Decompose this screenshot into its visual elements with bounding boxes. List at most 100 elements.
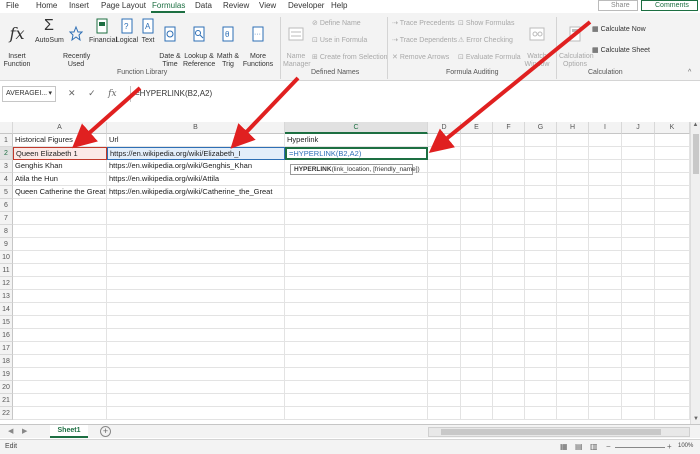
text-button[interactable]: A Text: [139, 17, 157, 45]
row-header[interactable]: 4: [0, 173, 13, 186]
collapse-ribbon-icon[interactable]: ^: [688, 69, 691, 76]
lookup-reference-button[interactable]: Lookup & Reference: [183, 17, 215, 69]
row-header[interactable]: 13: [0, 290, 13, 303]
show-formulas-command[interactable]: ⊡ Show Formulas: [458, 19, 514, 27]
column-header[interactable]: H: [557, 122, 589, 134]
row-header[interactable]: 15: [0, 316, 13, 329]
cell-a1[interactable]: Historical Figures: [13, 134, 107, 147]
scroll-right-sheet-icon[interactable]: ▶: [22, 427, 27, 435]
row-header[interactable]: 18: [0, 355, 13, 368]
column-header[interactable]: D: [428, 122, 461, 134]
row-header[interactable]: 17: [0, 342, 13, 355]
tab-home[interactable]: Home: [36, 1, 57, 10]
cell-b3[interactable]: https://en.wikipedia.org/wiki/Genghis_Kh…: [107, 160, 285, 173]
math-trig-button[interactable]: θ Math & Trig: [216, 17, 240, 69]
chevron-down-icon[interactable]: ▾: [48, 89, 52, 97]
normal-view-icon[interactable]: ▦: [560, 442, 568, 451]
row-header[interactable]: 8: [0, 225, 13, 238]
sheet-tab[interactable]: Sheet1: [50, 425, 88, 438]
formula-input[interactable]: =HYPERLINK(B2,A2): [130, 86, 686, 102]
tab-review[interactable]: Review: [223, 1, 249, 10]
remove-arrows-command[interactable]: ✕ Remove Arrows: [392, 53, 449, 61]
tab-file[interactable]: File: [6, 1, 19, 10]
h-scroll-thumb[interactable]: [441, 429, 661, 435]
zoom-out-icon[interactable]: −: [606, 442, 611, 451]
row-header[interactable]: 6: [0, 199, 13, 212]
page-break-view-icon[interactable]: ▥: [590, 442, 598, 451]
row-header[interactable]: 10: [0, 251, 13, 264]
zoom-in-icon[interactable]: +: [667, 442, 672, 451]
tab-insert[interactable]: Insert: [69, 1, 89, 10]
tab-page-layout[interactable]: Page Layout: [101, 1, 146, 10]
column-header[interactable]: A: [13, 122, 107, 134]
comments-button[interactable]: Comments: [641, 0, 698, 11]
trace-dependents-command[interactable]: ⇢ Trace Dependents: [392, 36, 457, 44]
column-header[interactable]: K: [655, 122, 690, 134]
column-header[interactable]: I: [589, 122, 622, 134]
insert-function-button[interactable]: fx Insert Function: [3, 17, 31, 69]
scroll-thumb[interactable]: [693, 134, 699, 174]
cell-b2[interactable]: https://en.wikipedia.org/wiki/Elizabeth_…: [107, 147, 285, 160]
tooltip-function-name[interactable]: HYPERLINK: [294, 166, 332, 173]
row-header[interactable]: 19: [0, 368, 13, 381]
row-header[interactable]: 12: [0, 277, 13, 290]
page-layout-view-icon[interactable]: ▤: [575, 442, 583, 451]
horizontal-scrollbar[interactable]: [428, 427, 690, 437]
cell-b1[interactable]: Url: [107, 134, 285, 147]
define-name-command[interactable]: ⊘ Define Name: [312, 19, 361, 27]
tab-help[interactable]: Help: [331, 1, 347, 10]
fx-icon[interactable]: fx: [108, 89, 116, 99]
zoom-level[interactable]: 100%: [678, 443, 693, 449]
column-header[interactable]: B: [107, 122, 285, 134]
row-header[interactable]: 7: [0, 212, 13, 225]
financial-button[interactable]: Financial: [89, 17, 117, 45]
zoom-slider[interactable]: [615, 447, 665, 448]
share-button[interactable]: Share: [598, 0, 638, 11]
evaluate-formula-command[interactable]: ⊡ Evaluate Formula: [458, 53, 521, 61]
trace-precedents-command[interactable]: ⇢ Trace Precedents: [392, 19, 455, 27]
recently-used-button[interactable]: Recently Used: [63, 17, 90, 69]
cell-a2[interactable]: Queen Elizabeth 1: [13, 147, 107, 160]
create-from-selection-command[interactable]: ⊞ Create from Selection: [312, 53, 388, 61]
cell-a4[interactable]: Atila the Hun: [13, 173, 107, 186]
cell-b4[interactable]: https://en.wikipedia.org/wiki/Attila: [107, 173, 285, 186]
calculation-options-button[interactable]: Calculation Options: [559, 17, 594, 69]
date-time-button[interactable]: Date & Time: [158, 17, 182, 69]
enter-check-icon[interactable]: ✓: [88, 88, 96, 98]
vertical-scrollbar[interactable]: ▲ ▼: [690, 122, 700, 424]
column-header[interactable]: C: [285, 122, 428, 134]
row-header[interactable]: 21: [0, 394, 13, 407]
row-header[interactable]: 11: [0, 264, 13, 277]
row-header[interactable]: 5: [0, 186, 13, 199]
use-in-formula-command[interactable]: ⊡ Use in Formula: [312, 36, 367, 44]
scroll-down-icon[interactable]: ▼: [691, 416, 700, 422]
cell-a5[interactable]: Queen Catherine the Great: [13, 186, 107, 199]
tab-data[interactable]: Data: [195, 1, 212, 10]
column-header[interactable]: J: [622, 122, 655, 134]
cell-c2-active[interactable]: =HYPERLINK(B2,A2): [285, 147, 428, 160]
cell-a3[interactable]: Genghis Khan: [13, 160, 107, 173]
autosum-button[interactable]: Σ AutoSum: [35, 17, 64, 45]
column-header[interactable]: E: [461, 122, 493, 134]
error-checking-command[interactable]: ⚠ Error Checking: [458, 36, 513, 44]
scroll-up-icon[interactable]: ▲: [691, 122, 700, 128]
tab-formulas[interactable]: Formulas: [152, 1, 185, 10]
row-header[interactable]: 1: [0, 134, 13, 147]
calculate-now-command[interactable]: ▦ Calculate Now: [592, 25, 646, 33]
scroll-left-sheet-icon[interactable]: ◀: [8, 427, 13, 435]
column-header[interactable]: F: [493, 122, 525, 134]
add-sheet-icon[interactable]: +: [100, 426, 111, 437]
row-header[interactable]: 14: [0, 303, 13, 316]
cell-b5[interactable]: https://en.wikipedia.org/wiki/Catherine_…: [107, 186, 285, 199]
calculate-sheet-command[interactable]: ▦ Calculate Sheet: [592, 46, 650, 54]
logical-button[interactable]: ? Logical: [115, 17, 139, 45]
row-header[interactable]: 16: [0, 329, 13, 342]
row-header[interactable]: 9: [0, 238, 13, 251]
cancel-icon[interactable]: ✕: [68, 88, 76, 98]
tab-developer[interactable]: Developer: [288, 1, 324, 10]
name-box[interactable]: AVERAGEI... ▾: [2, 86, 56, 102]
cell-c1[interactable]: Hyperlink: [285, 134, 428, 147]
more-functions-button[interactable]: ··· More Functions: [242, 17, 274, 69]
tab-view[interactable]: View: [259, 1, 276, 10]
row-header[interactable]: 2: [0, 147, 13, 160]
